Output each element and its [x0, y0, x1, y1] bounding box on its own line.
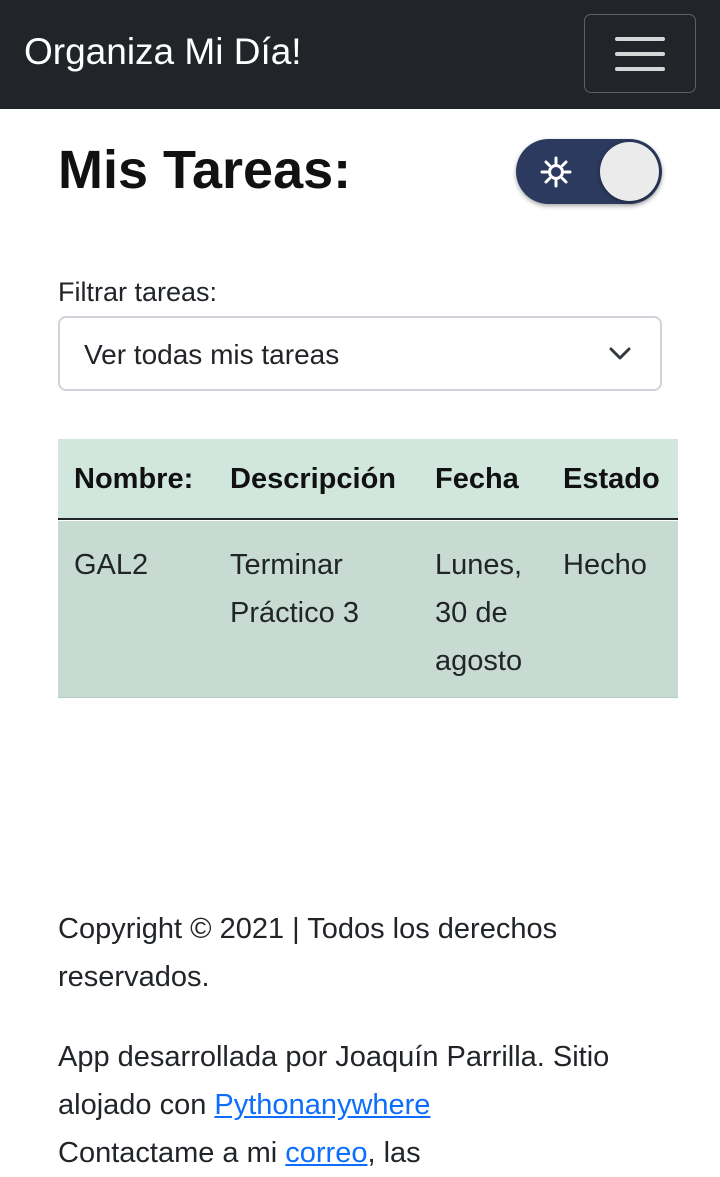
task-description-cell: Terminar Práctico 3: [230, 549, 359, 629]
theme-toggle-switch[interactable]: [516, 139, 662, 204]
column-header-estado: Estado: [563, 463, 660, 495]
navbar-brand[interactable]: Organiza Mi Día!: [24, 30, 302, 74]
column-header-descripcion: Descripción: [230, 463, 396, 495]
filter-label: Filtrar tareas:: [58, 277, 218, 307]
filter-select[interactable]: Ver todas mis tareas: [58, 316, 662, 391]
top-navbar: Organiza Mi Día!: [0, 0, 720, 109]
task-date-cell: Lunes, 30 de agosto: [435, 549, 523, 677]
column-header-nombre: Nombre:: [74, 463, 194, 495]
chevron-down-icon: [609, 347, 631, 360]
table-header-row: Nombre: Descripción Fecha Estado: [58, 439, 678, 520]
footer-contact: Contactame a mi correo, las: [58, 1129, 678, 1177]
task-name-cell: GAL2: [74, 549, 149, 581]
sun-icon: [540, 156, 572, 188]
switch-knob[interactable]: [600, 142, 659, 201]
pythonanywhere-link[interactable]: Pythonanywhere: [214, 1089, 430, 1121]
footer-contact-prefix: Contactame a mi: [58, 1137, 286, 1169]
hamburger-menu-icon: [615, 35, 665, 73]
footer-credit: App desarrollada por Joaquín Parrilla. S…: [58, 1033, 678, 1129]
column-header-fecha: Fecha: [435, 463, 519, 495]
email-link[interactable]: correo: [285, 1137, 367, 1169]
footer-contact-suffix: , las: [367, 1137, 421, 1169]
page-title: Mis Tareas:: [58, 140, 352, 200]
task-status-cell: Hecho: [563, 549, 647, 581]
navbar-toggle-button[interactable]: [584, 14, 696, 93]
table-row[interactable]: GAL2 Terminar Práctico 3 Lunes, 30 de ag…: [58, 521, 678, 698]
filter-selected-value: Ver todas mis tareas: [84, 339, 340, 370]
footer-copyright: Copyright © 2021 | Todos los derechos re…: [58, 913, 558, 993]
